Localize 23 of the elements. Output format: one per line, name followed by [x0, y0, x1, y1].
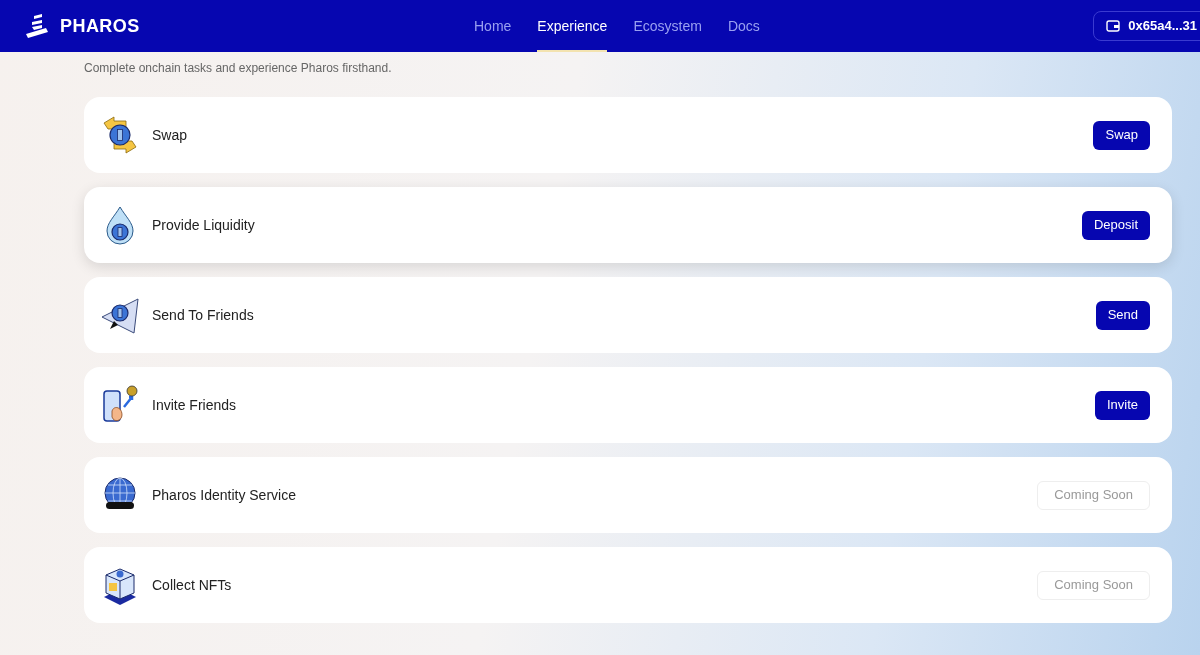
- task-title: Pharos Identity Service: [152, 485, 296, 505]
- task-title: Invite Friends: [152, 395, 237, 415]
- logo-icon: [26, 14, 48, 38]
- task-title: Swap: [152, 125, 188, 145]
- task-button: Coming Soon: [1037, 570, 1150, 600]
- nav-tab[interactable]: Experience: [537, 0, 608, 52]
- task-title: Send To Friends: [152, 305, 254, 325]
- task-button: Coming Soon: [1037, 480, 1150, 510]
- task-title: Provide Liquidity: [152, 215, 255, 235]
- wallet-button[interactable]: 0x65a4...31: [1093, 11, 1200, 41]
- brand-name: PHAROS: [60, 14, 140, 38]
- wallet-icon: [1106, 19, 1121, 33]
- task-button[interactable]: Send: [1095, 300, 1150, 330]
- task-title: Collect NFTs: [152, 575, 232, 595]
- nav-tab[interactable]: Home: [474, 0, 512, 52]
- subtitle: Complete onchain tasks and experience Pharos firsthand.: [84, 60, 393, 77]
- phone-hand-icon: [100, 385, 140, 425]
- task-button[interactable]: Swap: [1093, 120, 1150, 150]
- task-button[interactable]: Invite: [1094, 390, 1150, 420]
- nav-tab[interactable]: Docs: [727, 0, 760, 52]
- nav-tab[interactable]: Ecosystem: [633, 0, 702, 52]
- paper-plane-icon: [100, 295, 140, 335]
- task-button[interactable]: Deposit: [1081, 210, 1150, 240]
